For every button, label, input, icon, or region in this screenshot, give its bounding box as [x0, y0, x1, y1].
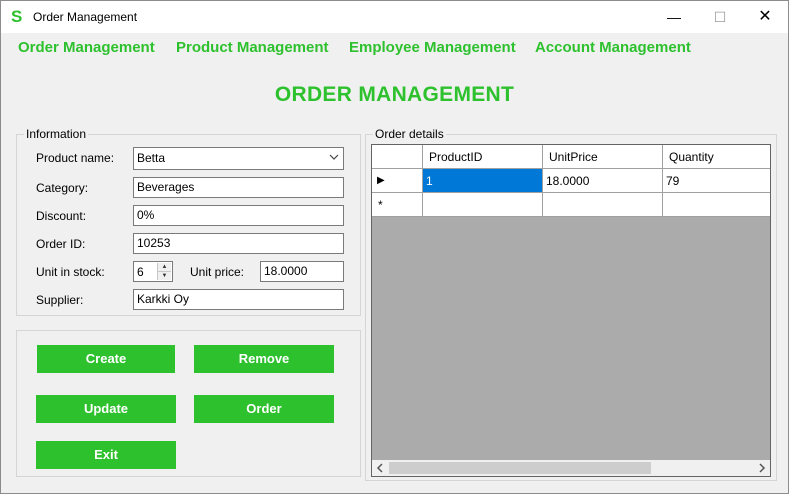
window-title: Order Management: [33, 10, 138, 24]
chevron-left-icon[interactable]: [372, 460, 388, 476]
menu-item-account-management[interactable]: Account Management: [535, 39, 691, 56]
unit-in-stock-stepper[interactable]: 6 ▲ ▼: [133, 261, 173, 282]
unit-price-label: Unit price:: [190, 265, 245, 279]
unit-in-stock-value: 6: [137, 265, 144, 279]
table-cell-unitprice[interactable]: 18.0000: [543, 169, 663, 193]
information-legend: Information: [24, 127, 89, 141]
supplier-field[interactable]: Karkki Oy: [133, 289, 344, 310]
discount-field[interactable]: 0%: [133, 205, 344, 226]
exit-button[interactable]: Exit: [36, 441, 176, 469]
new-row-cell-productid[interactable]: [423, 193, 543, 217]
order-button[interactable]: Order: [194, 395, 334, 423]
supplier-label: Supplier:: [36, 293, 84, 307]
unit-price-field[interactable]: 18.0000: [260, 261, 344, 282]
update-button[interactable]: Update: [36, 395, 176, 423]
column-header-quantity[interactable]: Quantity: [663, 145, 770, 169]
menu-item-employee-management[interactable]: Employee Management: [349, 39, 516, 56]
menu-item-product-management[interactable]: Product Management: [176, 39, 329, 56]
chevron-down-icon[interactable]: [328, 150, 340, 167]
discount-label: Discount:: [36, 209, 87, 223]
table-cell-quantity[interactable]: 79: [663, 169, 770, 193]
app-window: S Order Management — ☐ ✕ Order Managemen…: [0, 0, 789, 494]
column-header-productid[interactable]: ProductID: [423, 145, 543, 169]
category-field[interactable]: Beverages: [133, 177, 344, 198]
caret-down-icon[interactable]: ▼: [158, 272, 171, 280]
page-title: ORDER MANAGEMENT: [274, 83, 515, 106]
create-button[interactable]: Create: [37, 345, 175, 373]
new-row-cell-unitprice[interactable]: [543, 193, 663, 217]
scrollbar-thumb[interactable]: [389, 462, 651, 474]
menu-bar: Order Management Product Management Empl…: [1, 33, 788, 62]
title-bar[interactable]: S Order Management — ☐ ✕: [1, 1, 788, 33]
maximize-button[interactable]: ☐: [697, 1, 743, 33]
new-row-indicator[interactable]: *: [372, 193, 423, 217]
new-row-cell-quantity[interactable]: [663, 193, 770, 217]
actions-group: Create Remove Update Order Exit: [16, 330, 361, 477]
information-group: Information Product name: Betta Category…: [16, 127, 361, 316]
remove-button[interactable]: Remove: [194, 345, 334, 373]
order-id-field[interactable]: 10253: [133, 233, 344, 254]
unit-in-stock-label: Unit in stock:: [36, 265, 105, 279]
menu-item-order-management[interactable]: Order Management: [18, 39, 155, 56]
caret-up-icon[interactable]: ▲: [158, 263, 171, 272]
table-cell-productid[interactable]: 1: [423, 169, 543, 193]
category-label: Category:: [36, 181, 89, 195]
column-header-unitprice[interactable]: UnitPrice: [543, 145, 663, 169]
stepper-buttons: ▲ ▼: [157, 263, 171, 280]
chevron-right-icon[interactable]: [754, 460, 770, 476]
grid-corner-header[interactable]: [372, 145, 423, 169]
order-details-grid[interactable]: ProductID UnitPrice Quantity ▶ 1 18.0000…: [371, 144, 771, 477]
product-name-combobox[interactable]: Betta: [133, 147, 344, 170]
order-id-label: Order ID:: [36, 237, 86, 251]
product-name-value: Betta: [137, 151, 166, 165]
horizontal-scrollbar[interactable]: [372, 460, 770, 476]
product-name-label: Product name:: [36, 151, 115, 165]
row-pointer-icon[interactable]: ▶: [372, 169, 423, 193]
app-s-icon: S: [11, 7, 23, 26]
order-details-legend: Order details: [373, 127, 446, 141]
minimize-button[interactable]: —: [651, 1, 697, 33]
close-button[interactable]: ✕: [742, 1, 788, 33]
